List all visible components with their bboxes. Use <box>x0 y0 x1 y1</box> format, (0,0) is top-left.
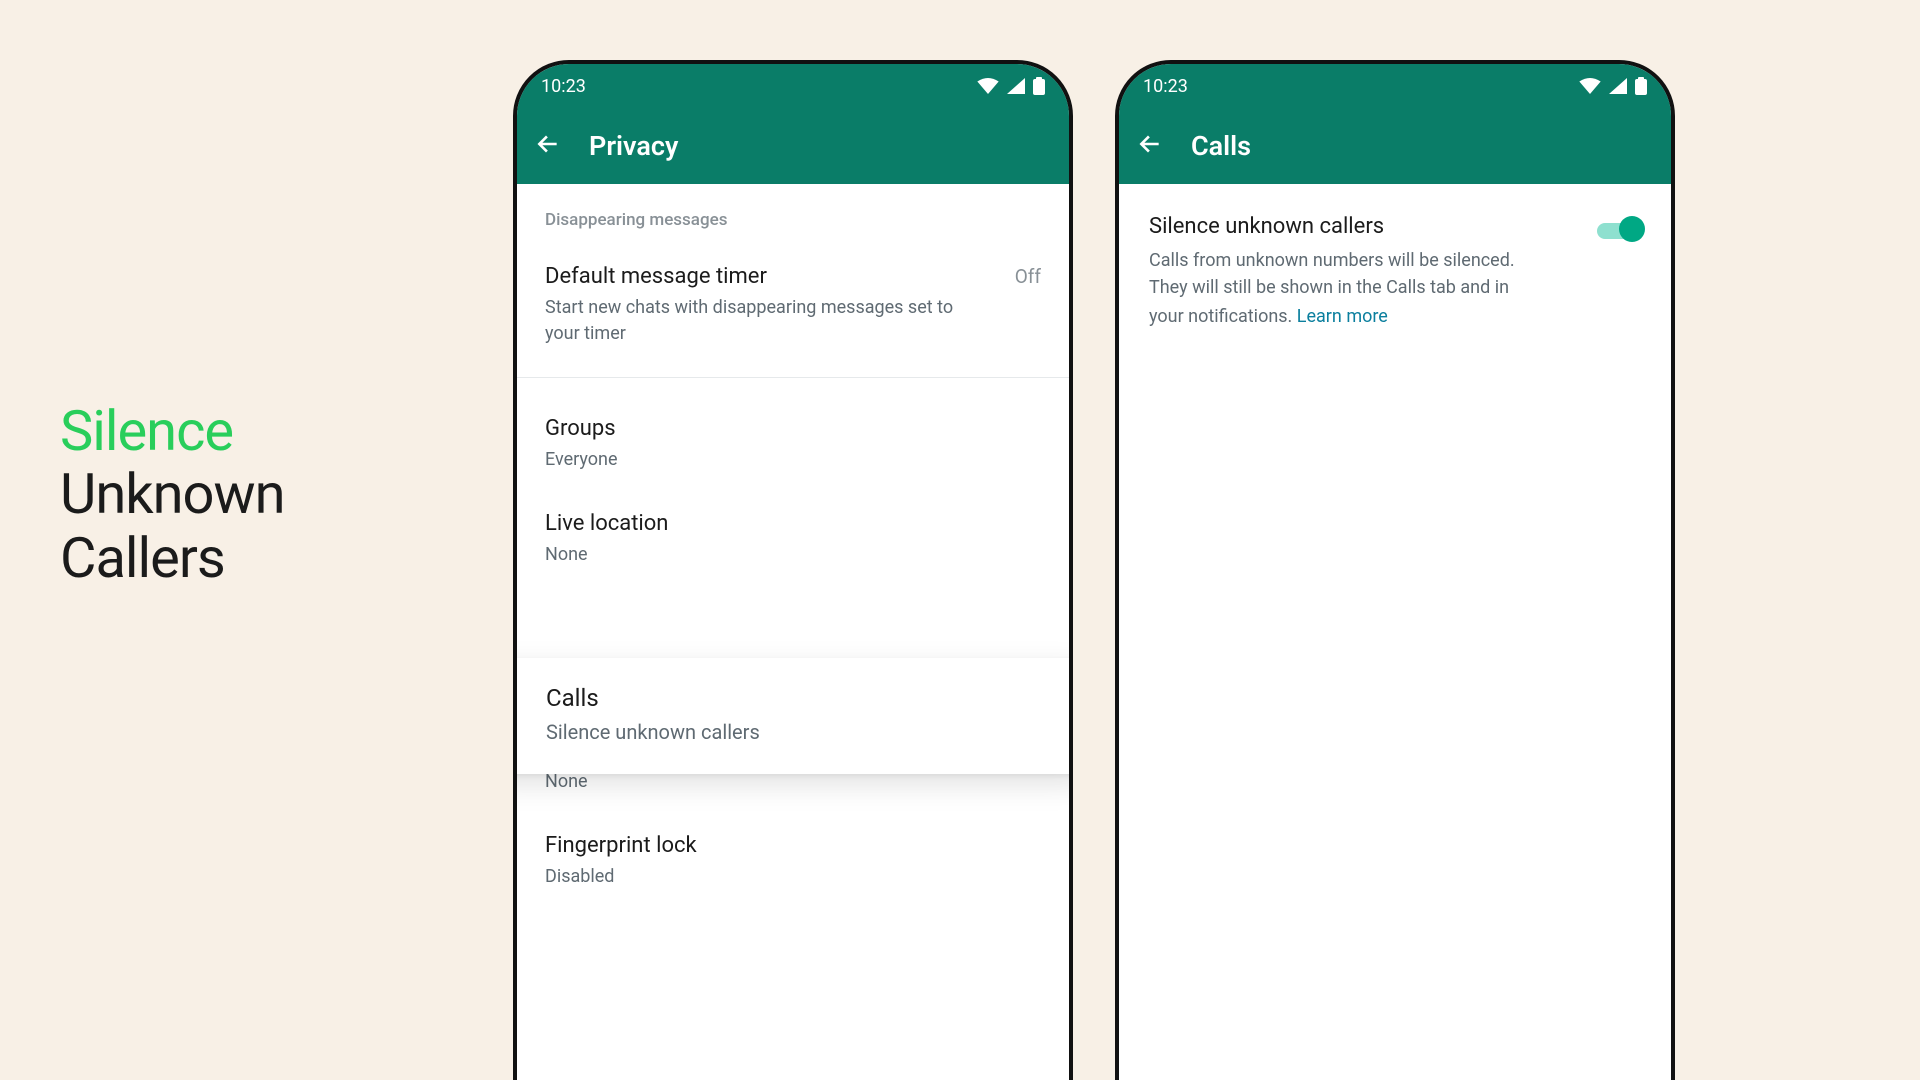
calls-row-title: Calls <box>546 684 1060 712</box>
signal-icon <box>1007 78 1025 94</box>
silence-toggle[interactable] <box>1597 216 1645 242</box>
live-location-title: Live location <box>545 511 668 536</box>
status-bar: 10:23 <box>517 64 1069 108</box>
app-bar: Privacy <box>517 108 1069 184</box>
default-timer-value: Off <box>1015 265 1041 288</box>
row-fingerprint[interactable]: Fingerprint lock Disabled <box>517 815 1069 910</box>
groups-value: Everyone <box>545 447 985 473</box>
section-disappearing: Disappearing messages <box>517 184 1069 246</box>
row-calls-popout[interactable]: Calls Silence unknown callers <box>513 658 1073 774</box>
status-icons <box>977 77 1045 95</box>
status-time: 10:23 <box>1143 76 1188 97</box>
row-live-location[interactable]: Live location None <box>517 493 1069 588</box>
promo-stage: Silence Unknown Callers 10:23 Privacy <box>0 0 1920 1080</box>
headline-line1: Silence <box>60 400 285 463</box>
back-arrow-icon <box>1137 131 1163 157</box>
privacy-content[interactable]: Disappearing messages Default message ti… <box>517 184 1069 951</box>
learn-more-link[interactable]: Learn more <box>1297 303 1388 330</box>
calls-row-value: Silence unknown callers <box>546 720 1060 744</box>
topbar: 10:23 Calls <box>1119 64 1671 184</box>
live-location-value: None <box>545 542 985 568</box>
fingerprint-title: Fingerprint lock <box>545 833 697 858</box>
phone-calls: 10:23 Calls Silence unknown callers Call… <box>1115 60 1675 1080</box>
headline-line2: Unknown <box>60 463 285 526</box>
wifi-icon <box>977 78 999 94</box>
toggle-thumb <box>1619 216 1645 242</box>
default-timer-title: Default message timer <box>545 264 767 289</box>
status-bar: 10:23 <box>1119 64 1671 108</box>
back-button[interactable] <box>1137 131 1163 161</box>
back-arrow-icon <box>535 131 561 157</box>
row-groups[interactable]: Groups Everyone <box>517 398 1069 493</box>
page-title: Calls <box>1191 130 1251 162</box>
groups-title: Groups <box>545 416 616 441</box>
status-icons <box>1579 77 1647 95</box>
phone-privacy: 10:23 Privacy Disappearing messages Defa… <box>513 60 1073 1080</box>
battery-icon <box>1033 77 1045 95</box>
headline: Silence Unknown Callers <box>60 400 285 590</box>
signal-icon <box>1609 78 1627 94</box>
default-timer-desc: Start new chats with disappearing messag… <box>545 295 985 347</box>
headline-line3: Callers <box>60 527 285 590</box>
wifi-icon <box>1579 78 1601 94</box>
battery-icon <box>1635 77 1647 95</box>
fingerprint-value: Disabled <box>545 864 985 890</box>
page-title: Privacy <box>589 130 678 162</box>
divider <box>517 377 1069 378</box>
setting-silence-unknown[interactable]: Silence unknown callers Calls from unkno… <box>1119 184 1671 340</box>
topbar: 10:23 Privacy <box>517 64 1069 184</box>
app-bar: Calls <box>1119 108 1671 184</box>
status-time: 10:23 <box>541 76 586 97</box>
silence-title: Silence unknown callers <box>1149 214 1581 239</box>
back-button[interactable] <box>535 131 561 161</box>
row-default-timer[interactable]: Default message timer Off Start new chat… <box>517 246 1069 367</box>
